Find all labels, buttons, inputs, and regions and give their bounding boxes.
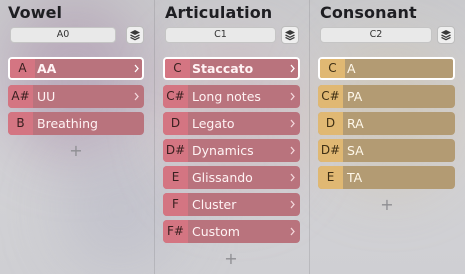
list-item[interactable]: C Staccato	[163, 57, 300, 80]
layers-button[interactable]	[281, 26, 299, 44]
chevron-right-icon[interactable]	[290, 92, 295, 101]
range-field[interactable]: C2	[320, 27, 432, 43]
note-label: A	[10, 59, 35, 78]
item-label: UU	[37, 89, 56, 104]
item-label: AA	[37, 61, 57, 76]
note-label: F#	[163, 220, 188, 243]
chevron-right-icon[interactable]	[290, 146, 295, 155]
item-label: SA	[347, 143, 364, 158]
list-item[interactable]: A# UU	[8, 85, 144, 108]
note-label: C	[320, 59, 345, 78]
note-label: D#	[318, 139, 343, 162]
layers-icon	[130, 30, 140, 41]
layers-button[interactable]	[126, 26, 144, 44]
range-field[interactable]: A0	[10, 27, 116, 43]
item-label: Custom	[192, 224, 240, 239]
column-consonant: Consonant C2 C A C# PA D RA D# SA E TA +	[310, 0, 465, 274]
list-item[interactable]: C# Long notes	[163, 85, 300, 108]
item-label: PA	[347, 89, 363, 104]
chevron-right-icon[interactable]	[290, 173, 295, 182]
column-articulation: Articulation C1 C Staccato C# Long notes…	[155, 0, 308, 274]
range-field[interactable]: C1	[165, 27, 276, 43]
chevron-right-icon[interactable]	[290, 200, 295, 209]
note-label: B	[8, 112, 33, 135]
column-title: Articulation	[165, 3, 273, 22]
add-item-button[interactable]: +	[224, 251, 238, 267]
column-vowel: Vowel A0 A AA A# UU B Breathing +	[0, 0, 153, 274]
item-label: Dynamics	[192, 143, 254, 158]
list-item[interactable]: F Cluster	[163, 193, 300, 216]
note-label: E	[163, 166, 188, 189]
note-label: D	[318, 112, 343, 135]
item-label: Cluster	[192, 197, 237, 212]
note-label: C	[165, 59, 190, 78]
item-label: TA	[347, 170, 363, 185]
note-label: D	[163, 112, 188, 135]
column-title: Consonant	[320, 3, 417, 22]
note-label: A#	[8, 85, 33, 108]
note-label: C#	[163, 85, 188, 108]
list-item[interactable]: C A	[318, 57, 455, 80]
list-item[interactable]: D# Dynamics	[163, 139, 300, 162]
column-title: Vowel	[8, 3, 63, 22]
list-item[interactable]: E TA	[318, 166, 455, 189]
item-label: Legato	[192, 116, 235, 131]
item-label: Long notes	[192, 89, 261, 104]
list-item[interactable]: D Legato	[163, 112, 300, 135]
layers-button[interactable]	[437, 26, 455, 44]
item-label: A	[347, 61, 356, 76]
chevron-right-icon[interactable]	[290, 64, 295, 73]
note-label: C#	[318, 85, 343, 108]
list-item[interactable]: E Glissando	[163, 166, 300, 189]
chevron-right-icon[interactable]	[290, 227, 295, 236]
chevron-right-icon[interactable]	[134, 64, 139, 73]
add-item-button[interactable]: +	[380, 197, 394, 213]
note-label: F	[163, 193, 188, 216]
list-item[interactable]: D# SA	[318, 139, 455, 162]
list-item[interactable]: A AA	[8, 57, 144, 80]
list-item[interactable]: B Breathing	[8, 112, 144, 135]
list-item[interactable]: F# Custom	[163, 220, 300, 243]
list-item[interactable]: D RA	[318, 112, 455, 135]
item-label: Glissando	[192, 170, 253, 185]
note-label: D#	[163, 139, 188, 162]
chevron-right-icon[interactable]	[134, 92, 139, 101]
layers-icon	[441, 30, 451, 41]
item-label: Breathing	[37, 116, 98, 131]
add-item-button[interactable]: +	[69, 143, 83, 159]
list-item[interactable]: C# PA	[318, 85, 455, 108]
item-label: RA	[347, 116, 364, 131]
layers-icon	[285, 30, 295, 41]
chevron-right-icon[interactable]	[290, 119, 295, 128]
note-label: E	[318, 166, 343, 189]
item-label: Staccato	[192, 61, 254, 76]
